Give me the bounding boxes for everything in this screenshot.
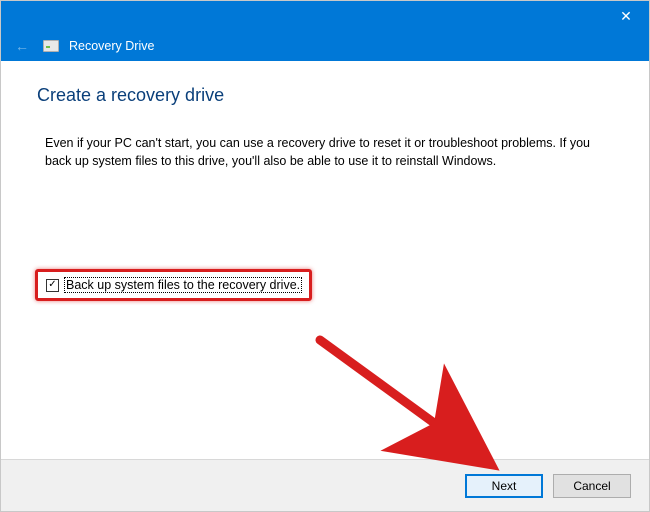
page-heading: Create a recovery drive (37, 85, 609, 106)
page-description: Even if your PC can't start, you can use… (45, 134, 595, 170)
backup-checkbox-row[interactable]: ✓ Back up system files to the recovery d… (46, 278, 301, 292)
cancel-button[interactable]: Cancel (553, 474, 631, 498)
next-button[interactable]: Next (465, 474, 543, 498)
wizard-title: Recovery Drive (69, 39, 154, 53)
wizard-header: ← Recovery Drive (1, 31, 649, 61)
close-icon: ✕ (620, 8, 632, 25)
backup-checkbox[interactable]: ✓ (46, 279, 59, 292)
recovery-drive-wizard: ✕ ← Recovery Drive Create a recovery dri… (0, 0, 650, 512)
checkmark-icon: ✓ (48, 280, 56, 290)
back-arrow-icon[interactable]: ← (15, 38, 29, 54)
highlight-annotation: ✓ Back up system files to the recovery d… (35, 269, 312, 301)
backup-checkbox-label: Back up system files to the recovery dri… (65, 278, 301, 292)
close-button[interactable]: ✕ (603, 1, 649, 31)
wizard-footer: Next Cancel (1, 459, 649, 511)
wizard-content: Create a recovery drive Even if your PC … (1, 61, 649, 459)
window-titlebar: ✕ (1, 1, 649, 31)
drive-icon (43, 40, 59, 52)
